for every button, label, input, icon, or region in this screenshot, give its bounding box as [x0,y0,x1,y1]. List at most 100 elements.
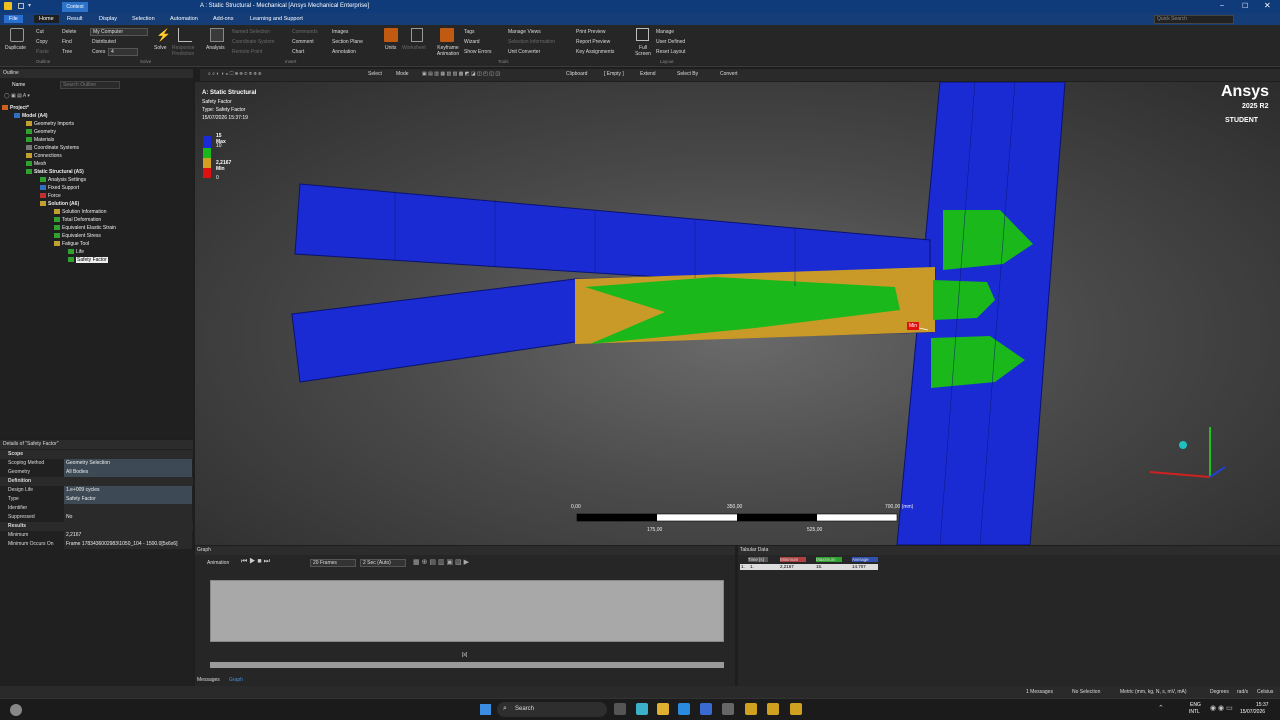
clipboard-button[interactable]: Clipboard [566,71,587,77]
key-assignments-button[interactable]: Key Assignments [576,49,614,55]
chart-button[interactable]: Chart [292,49,304,55]
selection-filter-icons[interactable]: ▣ ▤ ▥ ▦ ▧ ▨ ▩ ◩ ◪ ◫ ◰ ◱ ◲ [422,71,500,77]
graph-tool-icons[interactable]: ▦ ⊕ ▤ ▥ ▣ ▧ ▶ [413,558,469,566]
tree-fixed-support[interactable]: Fixed Support [40,185,79,191]
tree-coordinate-systems[interactable]: Coordinate Systems [26,145,79,151]
analysis-button[interactable]: Analysis [206,45,225,51]
animation-controls-icon[interactable]: ⏮ ▶ ■ ⏭ [241,558,270,566]
details-definition-section[interactable]: Definition [0,477,193,486]
menu-learning-support[interactable]: Learning and Support [245,15,308,23]
zoom-tools-icon[interactable]: ⌕ ⌕ ◐ ◑ ◒ ⬚ ⊕ ⊖ ⊙ ⊚ ⊛ ⊜ [208,71,261,77]
tree-model[interactable]: Model (A4) [14,113,48,119]
taskbar-search-box[interactable]: ⌕ Search [497,702,607,717]
start-icon[interactable] [480,704,491,715]
details-min-occurs-row[interactable]: Minimum Occurs On Frame 1783436002983\105… [0,540,193,549]
unit-converter-button[interactable]: Unit Converter [508,49,540,55]
cores-input[interactable]: 4 [108,48,138,56]
quick-search-input[interactable]: Quick Search [1154,15,1234,24]
tree-equivalent-stress[interactable]: Equivalent Stress [54,233,101,239]
commands-button[interactable]: Commands [292,29,318,35]
details-minimum-row[interactable]: Minimum 2,2167 [0,531,193,540]
worksheet-button[interactable]: Worksheet [402,45,426,51]
details-suppressed-row[interactable]: Suppressed No [0,513,193,522]
remote-point-button[interactable]: Remote Point [232,49,262,55]
selection-information-button[interactable]: Selection Information [508,39,555,45]
section-plane-button[interactable]: Section Plane [332,39,363,45]
graph-tab[interactable]: Graph [229,677,243,683]
frames-select[interactable]: 20 Frames [310,559,356,567]
quick-access-dropdown-icon[interactable]: ▾ [28,2,31,9]
graphics-viewport[interactable]: Min A: Static Structural Safety Factor T… [195,82,1280,545]
report-preview-button[interactable]: Report Preview [576,39,610,45]
tree-fatigue-tool[interactable]: Fatigue Tool [54,241,89,247]
menu-file[interactable]: File [4,15,23,23]
keyframe-animation-button[interactable]: Keyframe Animation [434,45,462,57]
tree-mesh[interactable]: Mesh [26,161,46,167]
tree-force[interactable]: Force [40,193,61,199]
response-prediction-button[interactable]: Response Prediction [172,45,196,57]
tree-equivalent-elastic-strain[interactable]: Equivalent Elastic Strain [54,225,116,231]
reset-layout-button[interactable]: Reset Layout [656,49,685,55]
menu-selection[interactable]: Selection [127,15,160,23]
tree-analysis-settings[interactable]: Analysis Settings [40,177,86,183]
menu-result[interactable]: Result [62,15,88,23]
temp-unit-status[interactable]: Celsius [1257,689,1273,695]
system-tray-icons[interactable]: ⌃ [1158,704,1164,712]
details-geometry-row[interactable]: Geometry All Bodies [0,468,193,477]
units-button[interactable]: Units [385,45,396,51]
messages-count[interactable]: 1 Messages [1026,689,1053,695]
col-minimum[interactable]: Minimum [780,557,806,562]
solve-button[interactable]: Solve [154,45,167,51]
comment-button[interactable]: Comment [292,39,314,45]
menu-home[interactable]: Home [34,15,59,23]
spaceclaim-icon[interactable] [790,703,802,715]
details-identifier-row[interactable]: Identifier [0,504,193,513]
speed-select[interactable]: 2 Sec (Auto) [360,559,406,567]
select-button[interactable]: Select [368,71,382,77]
task-view-icon[interactable] [614,703,626,715]
settings-icon[interactable] [722,703,734,715]
duplicate-button[interactable]: Duplicate [5,45,26,51]
tree-connections[interactable]: Connections [26,153,62,159]
copilot-icon[interactable] [636,703,648,715]
paste-button[interactable]: Paste [36,49,49,55]
show-errors-button[interactable]: Show Errors [464,49,492,55]
tags-button[interactable]: Tags [464,29,475,35]
tree-geometry[interactable]: Geometry [26,129,56,135]
images-button[interactable]: Images [332,29,348,35]
maximize-button[interactable]: ☐ [1242,2,1248,10]
convert-button[interactable]: Convert [720,71,738,77]
mode-button[interactable]: Mode [396,71,409,77]
language-indicator[interactable]: ENG [1190,702,1201,708]
details-scope-section[interactable]: Scope [0,450,193,459]
solve-target-select[interactable]: My Computer [90,28,148,36]
cut-button[interactable]: Cut [36,29,44,35]
col-average[interactable]: Average [852,557,878,562]
print-preview-button[interactable]: Print Preview [576,29,605,35]
unit-system-status[interactable]: Metric (mm, kg, N, s, mV, mA) [1120,689,1186,695]
tree-solution-information[interactable]: Solution Information [54,209,106,215]
tree-life[interactable]: Life [68,249,84,255]
tree-total-deformation[interactable]: Total Deformation [54,217,101,223]
workbench-icon[interactable] [745,703,757,715]
context-tab[interactable]: Context [62,2,88,12]
graph-plot-area[interactable] [210,580,724,642]
minimize-button[interactable]: – [1220,2,1224,9]
named-selection-button[interactable]: Named Selection [232,29,270,35]
store-icon[interactable] [700,703,712,715]
extend-button[interactable]: Extend [640,71,656,77]
tree-solution[interactable]: Solution (A6) [40,201,79,207]
details-type-row[interactable]: Type Safety Factor [0,495,193,504]
details-scoping-method-row[interactable]: Scoping Method Geometry Selection [0,459,193,468]
save-icon[interactable] [18,3,24,9]
network-volume-battery-icons[interactable]: ◉ ◉ ▭ [1210,704,1233,712]
widgets-icon[interactable] [10,704,22,716]
annotation-button[interactable]: Annotation [332,49,356,55]
tree-geometry-imports[interactable]: Geometry Imports [26,121,74,127]
outline-toolbar-icons[interactable]: ◯ ▣ ▤ A ▾ [4,93,30,99]
manage-button[interactable]: Manage [656,29,674,35]
close-button[interactable]: ✕ [1264,1,1271,10]
file-explorer-icon[interactable] [657,703,669,715]
graph-timeline-bar[interactable] [210,662,724,668]
details-design-life-row[interactable]: Design Life 1.e+009 cycles [0,486,193,495]
